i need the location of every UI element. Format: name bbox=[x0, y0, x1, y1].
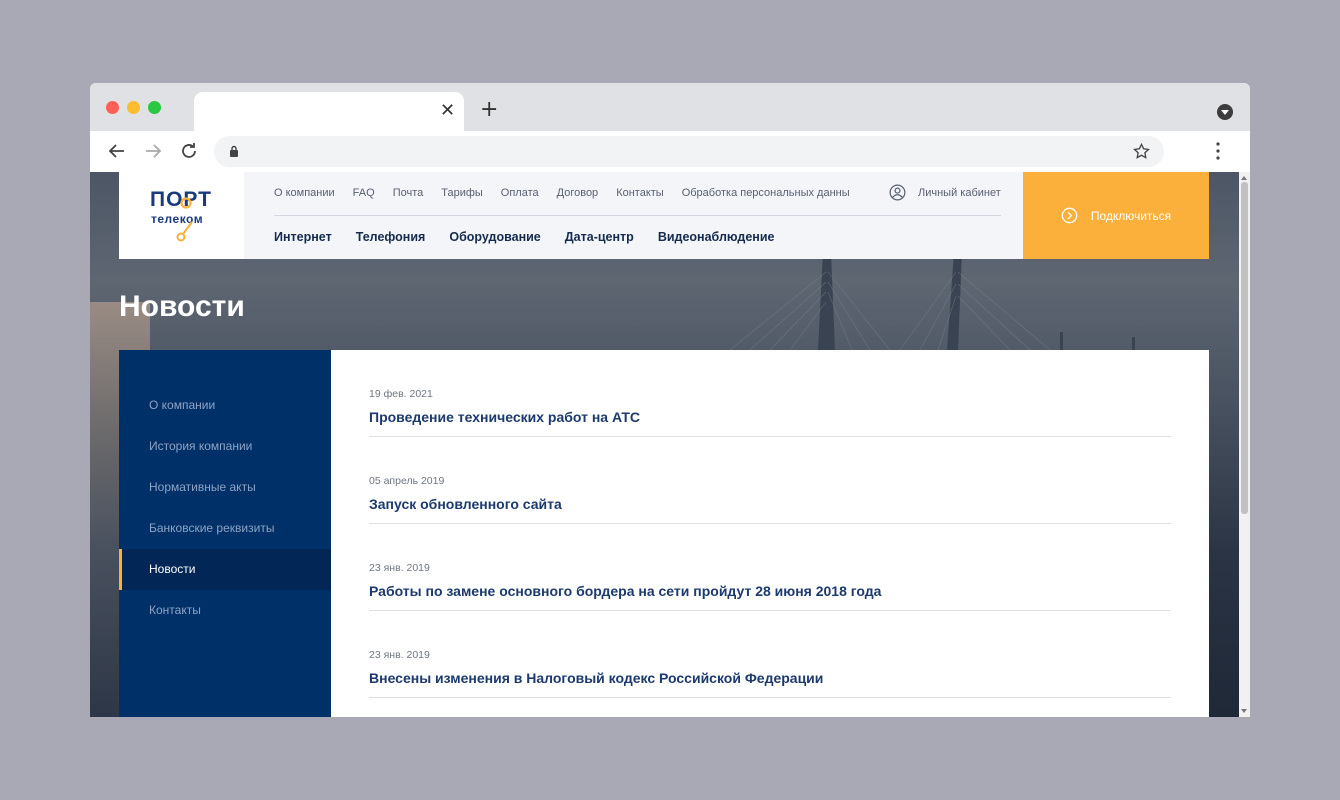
sidebar-item-regulations[interactable]: Нормативные акты bbox=[119, 467, 331, 508]
profile-menu-icon[interactable] bbox=[1217, 104, 1233, 120]
maximize-window-button[interactable] bbox=[148, 101, 161, 114]
tab-bar: ✕ + bbox=[90, 83, 1250, 131]
news-date: 23 янв. 2019 bbox=[369, 649, 430, 661]
new-tab-button[interactable]: + bbox=[480, 98, 498, 122]
topnav-payment[interactable]: Оплата bbox=[501, 187, 539, 201]
topnav-faq[interactable]: FAQ bbox=[353, 187, 375, 201]
topnav-mail[interactable]: Почта bbox=[393, 187, 424, 201]
scrollbar-thumb[interactable] bbox=[1241, 182, 1248, 514]
news-title-link[interactable]: Проведение технических работ на АТС bbox=[369, 409, 640, 425]
browser-toolbar bbox=[90, 131, 1250, 172]
scroll-up-arrow-icon[interactable] bbox=[1241, 176, 1247, 180]
news-title-link[interactable]: Внесены изменения в Налоговый кодекс Рос… bbox=[369, 670, 823, 686]
sidebar-item-news[interactable]: Новости bbox=[119, 549, 331, 590]
sidebar-item-bank-details[interactable]: Банковские реквизиты bbox=[119, 508, 331, 549]
news-title-link[interactable]: Запуск обновленного сайта bbox=[369, 496, 562, 512]
page-viewport: ПОРТ телеком О компании FAQ Почта Тарифы… bbox=[90, 172, 1250, 717]
address-bar[interactable] bbox=[214, 136, 1164, 167]
site-header: ПОРТ телеком О компании FAQ Почта Тарифы… bbox=[119, 172, 1209, 259]
forward-arrow-icon[interactable] bbox=[141, 139, 165, 163]
news-item: 19 фев. 2021 Проведение технических рабо… bbox=[369, 350, 1171, 437]
site-logo[interactable]: ПОРТ телеком bbox=[119, 172, 244, 259]
topnav-contacts[interactable]: Контакты bbox=[616, 187, 664, 201]
topnav-contract[interactable]: Договор bbox=[557, 187, 599, 201]
close-tab-icon[interactable]: ✕ bbox=[440, 100, 455, 122]
news-item: 23 янв. 2019 Внесены изменения в Налогов… bbox=[369, 611, 1171, 698]
chevron-circle-icon bbox=[1061, 207, 1078, 224]
news-date: 19 фев. 2021 bbox=[369, 388, 433, 400]
mainnav-internet[interactable]: Интернет bbox=[274, 230, 332, 244]
reload-icon[interactable] bbox=[177, 139, 201, 163]
mainnav-video[interactable]: Видеонаблюдение bbox=[658, 230, 775, 244]
mainnav-datacenter[interactable]: Дата-центр bbox=[565, 230, 634, 244]
header-divider bbox=[274, 215, 1001, 216]
browser-tab[interactable]: ✕ bbox=[194, 92, 464, 131]
bookmark-star-icon[interactable] bbox=[1132, 142, 1151, 161]
close-window-button[interactable] bbox=[106, 101, 119, 114]
browser-window: ✕ + ПОРТ телеком О компании FAQ Почта Та… bbox=[90, 83, 1250, 717]
cabinet-label: Личный кабинет bbox=[918, 186, 1001, 199]
connect-button[interactable]: Подключиться bbox=[1023, 172, 1209, 259]
lock-icon bbox=[230, 145, 238, 157]
news-item: 23 янв. 2019 Работы по замене основного … bbox=[369, 524, 1171, 611]
news-list: 19 фев. 2021 Проведение технических рабо… bbox=[331, 350, 1209, 717]
news-date: 23 янв. 2019 bbox=[369, 562, 430, 574]
main-navigation: Интернет Телефония Оборудование Дата-цен… bbox=[274, 230, 798, 244]
topnav-about[interactable]: О компании bbox=[274, 187, 335, 201]
sidebar-item-history[interactable]: История компании bbox=[119, 426, 331, 467]
sidebar-item-contacts[interactable]: Контакты bbox=[119, 590, 331, 631]
connect-label: Подключиться bbox=[1090, 208, 1172, 223]
mainnav-equipment[interactable]: Оборудование bbox=[449, 230, 540, 244]
sidebar-item-about[interactable]: О компании bbox=[119, 385, 331, 426]
top-navigation: О компании FAQ Почта Тарифы Оплата Догов… bbox=[274, 187, 868, 201]
news-item: 05 апрель 2019 Запуск обновленного сайта bbox=[369, 437, 1171, 524]
scroll-down-arrow-icon[interactable] bbox=[1241, 709, 1247, 713]
minimize-window-button[interactable] bbox=[127, 101, 140, 114]
user-circle-icon bbox=[889, 184, 906, 201]
news-date: 05 апрель 2019 bbox=[369, 475, 445, 487]
section-sidebar: О компании История компании Нормативные … bbox=[119, 350, 331, 717]
page-title: Новости bbox=[119, 290, 245, 323]
browser-menu-icon[interactable] bbox=[1216, 141, 1220, 161]
topnav-tariffs[interactable]: Тарифы bbox=[441, 187, 483, 201]
mainnav-telephony[interactable]: Телефония bbox=[356, 230, 426, 244]
news-title-link[interactable]: Работы по замене основного бордера на се… bbox=[369, 583, 881, 599]
personal-cabinet-link[interactable]: Личный кабинет bbox=[889, 184, 1001, 201]
page-scrollbar[interactable] bbox=[1239, 172, 1250, 717]
logo-mark-icon bbox=[176, 197, 193, 242]
topnav-personal-data[interactable]: Обработка персональных данны bbox=[682, 187, 850, 201]
back-arrow-icon[interactable] bbox=[105, 139, 129, 163]
